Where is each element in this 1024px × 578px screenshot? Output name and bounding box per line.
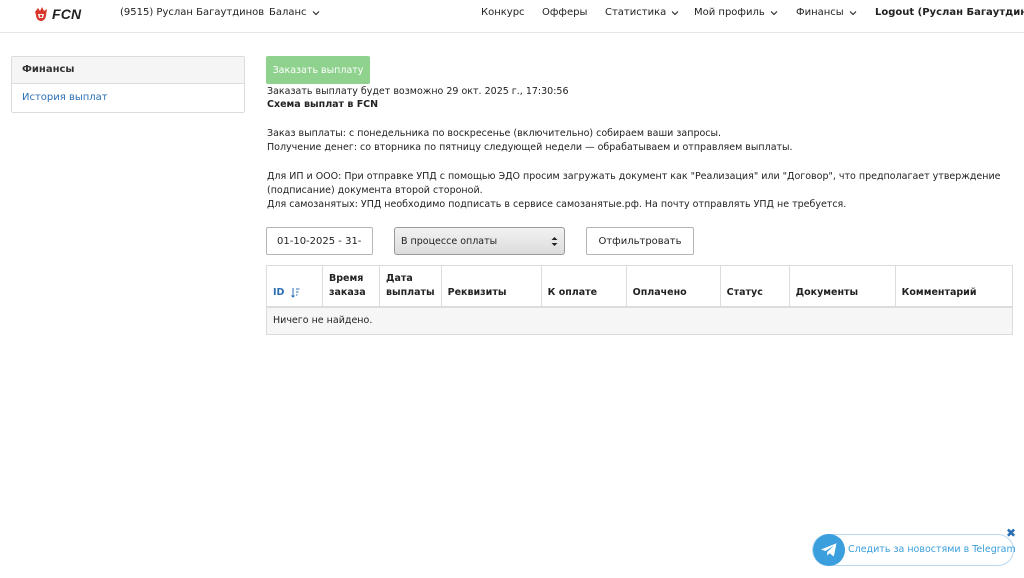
order-payout-button[interactable]: Заказать выплату: [266, 56, 370, 84]
col-paid-header[interactable]: Оплачено: [625, 265, 721, 308]
status-select[interactable]: В процессе оплаты: [394, 227, 565, 255]
close-icon[interactable]: ✖: [1006, 526, 1016, 540]
chevron-down-icon: [770, 10, 778, 15]
ip-ooo-note-line1: Для ИП и ООО: При отправке УПД с помощью…: [267, 171, 1001, 182]
col-id-header[interactable]: ID: [266, 265, 323, 308]
chevron-down-icon: [849, 10, 857, 15]
empty-table-message: Ничего не найдено.: [266, 306, 1013, 335]
select-arrows-icon: [551, 236, 558, 246]
telegram-widget-label: Следить за новостями в Telegram: [848, 544, 1016, 555]
col-payout-date-label-2: выплаты: [386, 287, 435, 298]
nav-my-profile-label: Мой профиль: [694, 7, 765, 18]
fcn-logo-icon: [35, 7, 47, 21]
logout-link[interactable]: Logout (Руслан Багаутдинов): [875, 7, 1024, 18]
fcn-logo[interactable]: FCN: [33, 4, 81, 24]
sidebar-title: Финансы: [12, 57, 244, 84]
col-requisites-header[interactable]: Реквизиты: [440, 265, 542, 308]
ip-ooo-note-line2: (подписание) документа второй стороной.: [267, 185, 483, 196]
col-order-time-label-2: заказа: [329, 287, 366, 298]
chevron-down-icon: [312, 10, 319, 15]
top-navbar: FCN (9515) Руслан Багаутдинов Баланс Кон…: [0, 0, 1024, 33]
col-to-pay-header[interactable]: К оплате: [540, 265, 627, 308]
payouts-table: ID Время заказа Дата выплаты Реквизиты К…: [266, 265, 1014, 335]
logo-text: FCN: [52, 6, 82, 22]
col-status-header[interactable]: Статус: [719, 265, 790, 308]
col-order-time-label-1: Время: [329, 273, 364, 284]
col-order-time-header[interactable]: Время заказа: [322, 265, 380, 308]
status-select-value: В процессе оплаты: [401, 235, 498, 247]
col-comment-header[interactable]: Комментарий: [894, 265, 1014, 308]
date-range-input[interactable]: [266, 227, 373, 255]
table-row: Ничего не найдено.: [266, 306, 1013, 335]
finances-sidebar-panel: Финансы История выплат: [11, 56, 245, 113]
schedule-receive-line: Получение денег: со вторника по пятницу …: [267, 142, 793, 153]
payout-scheme-title: Схема выплат в FCN: [267, 99, 379, 110]
self-employed-note: Для самозанятых: УПД необходимо подписат…: [267, 199, 847, 210]
nav-balance-dropdown[interactable]: Баланс: [269, 7, 320, 18]
sidebar-item-payout-history[interactable]: История выплат: [12, 84, 244, 111]
col-payout-date-label-1: Дата: [386, 273, 413, 284]
nav-contest[interactable]: Конкурс: [481, 7, 525, 18]
col-id-label: ID: [273, 287, 285, 298]
nav-statistics-dropdown[interactable]: Статистика: [605, 7, 679, 18]
filter-button[interactable]: Отфильтровать: [586, 227, 694, 255]
table-header-row: ID Время заказа Дата выплаты Реквизиты К…: [266, 265, 1014, 308]
nav-offers[interactable]: Офферы: [542, 7, 587, 18]
col-documents-header[interactable]: Документы: [788, 265, 896, 308]
nav-finances-dropdown[interactable]: Финансы: [796, 7, 857, 18]
schedule-order-line: Заказ выплаты: с понедельника по воскрес…: [267, 128, 722, 139]
nav-balance-label: Баланс: [269, 7, 307, 18]
col-payout-date-header[interactable]: Дата выплаты: [379, 265, 442, 308]
user-id-name: (9515) Руслан Багаутдинов: [120, 7, 265, 18]
nav-my-profile-dropdown[interactable]: Мой профиль: [694, 7, 778, 18]
telegram-icon: [821, 543, 837, 557]
sort-desc-icon: [290, 288, 300, 298]
chevron-down-icon: [671, 10, 679, 15]
telegram-news-widget[interactable]: Следить за новостями в Telegram: [812, 534, 1016, 566]
nav-statistics-label: Статистика: [605, 7, 667, 18]
payout-availability-note: Заказать выплату будет возможно 29 окт. …: [267, 86, 569, 97]
telegram-icon-circle: [813, 534, 845, 566]
nav-finances-label: Финансы: [796, 7, 844, 18]
